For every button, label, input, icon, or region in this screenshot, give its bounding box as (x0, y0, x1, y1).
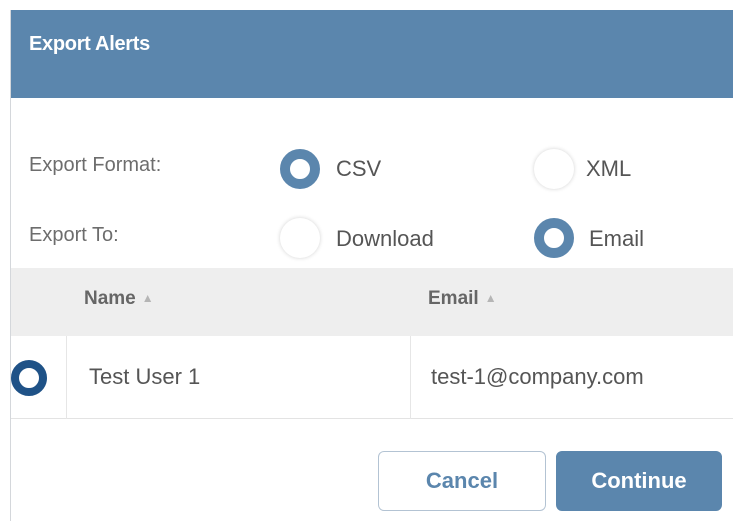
continue-button[interactable]: Continue (556, 451, 722, 511)
table-row[interactable]: Test User 1 test-1@company.com (11, 336, 733, 419)
cell-divider (66, 336, 67, 419)
sort-icon[interactable]: ▲︎ (142, 291, 154, 305)
dialog-header: Export Alerts (11, 10, 733, 98)
destination-download-radio[interactable] (280, 218, 320, 258)
row-email-cell: test-1@company.com (431, 364, 644, 389)
format-xml-label[interactable]: XML (586, 156, 631, 182)
column-header-email[interactable]: Email ▲︎ (428, 288, 497, 310)
cell-divider (410, 336, 411, 419)
destination-email-radio[interactable] (534, 218, 574, 258)
export-to-label: Export To: (29, 224, 119, 246)
row-name-cell: Test User 1 (89, 364, 201, 389)
cancel-button[interactable]: Cancel (378, 451, 546, 511)
column-header-email-label: Email (428, 288, 479, 309)
destination-email-label[interactable]: Email (589, 226, 644, 252)
row-select-radio[interactable] (11, 360, 47, 396)
export-alerts-dialog: Export Alerts Export Format: CSV XML Exp… (10, 10, 733, 521)
recipients-table: Name ▲︎ Email ▲︎ Test User 1 test-1@compan… (11, 268, 733, 419)
dialog-title: Export Alerts (29, 33, 150, 55)
column-header-name[interactable]: Name ▲︎ (84, 288, 154, 310)
export-format-label: Export Format: (29, 154, 162, 176)
format-csv-radio[interactable] (280, 149, 320, 189)
format-csv-label[interactable]: CSV (336, 156, 381, 182)
format-xml-radio[interactable] (534, 149, 574, 189)
table-header: Name ▲︎ Email ▲︎ (11, 268, 733, 336)
column-header-name-label: Name (84, 288, 136, 309)
sort-icon[interactable]: ▲︎ (485, 291, 497, 305)
destination-download-label[interactable]: Download (336, 226, 434, 252)
